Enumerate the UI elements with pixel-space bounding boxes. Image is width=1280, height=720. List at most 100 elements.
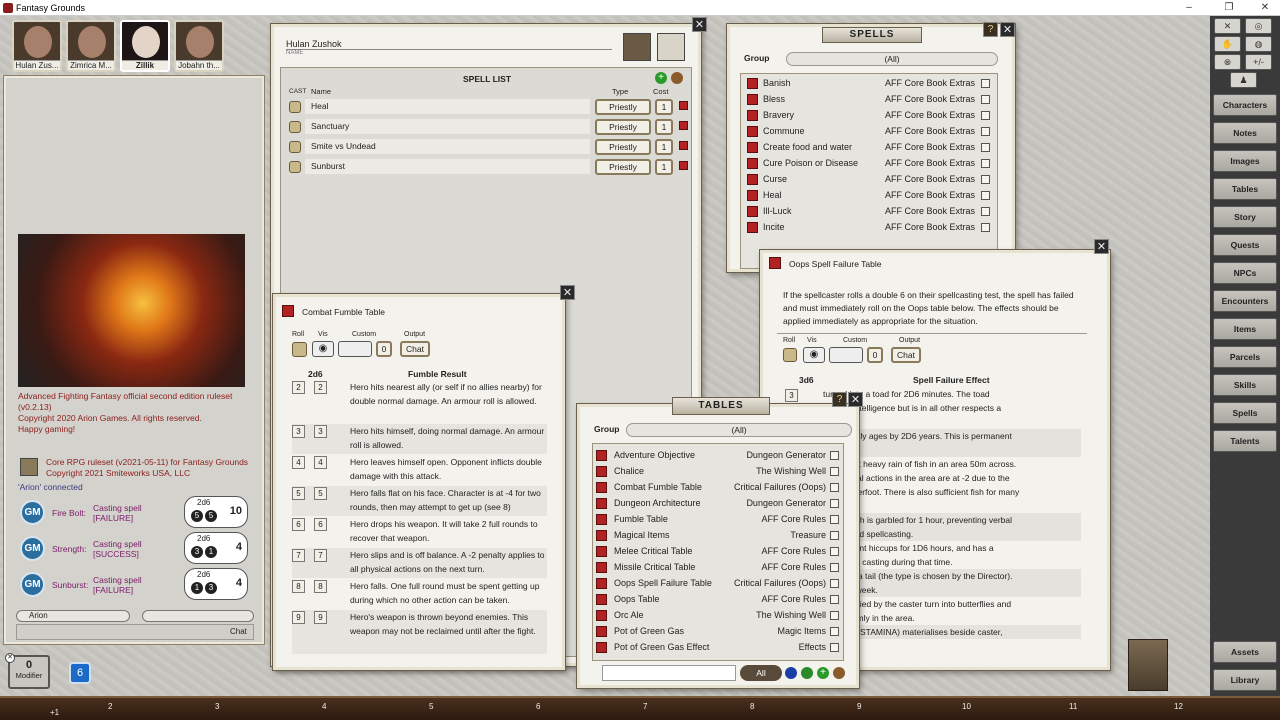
table-list-item[interactable]: Orc Ale The Wishing Well [592, 608, 842, 622]
restore-button[interactable]: ❐ [1216, 0, 1242, 16]
tables-search-input[interactable] [602, 665, 736, 681]
portrait-3[interactable]: Jobahn th... [174, 20, 224, 72]
spell-type[interactable]: Priestly [595, 119, 651, 135]
chat-send-label[interactable]: Chat [230, 627, 247, 636]
sidebar-library[interactable]: Library [1213, 669, 1277, 691]
help-icon[interactable]: ? [832, 392, 847, 407]
spell-list-item[interactable]: Bless AFF Core Book Extras [741, 92, 990, 106]
spell-type[interactable]: Priestly [595, 99, 651, 115]
sidebar-quests[interactable]: Quests [1213, 234, 1277, 256]
roll-button[interactable] [292, 342, 307, 357]
spell-cost[interactable]: 1 [655, 139, 673, 155]
table-list-item[interactable]: Combat Fumble Table Critical Failures (Oo… [592, 480, 842, 494]
oops-close-icon[interactable]: ✕ [1094, 239, 1109, 254]
table-list-item[interactable]: Melee Critical Table AFF Core Rules [592, 544, 842, 558]
charsheet-close-icon[interactable]: ✕ [692, 17, 707, 32]
portrait-2[interactable]: Zillik [120, 20, 170, 72]
sidebar-assets[interactable]: Assets [1213, 641, 1277, 663]
modifier-clear-icon[interactable]: ✕ [5, 653, 15, 663]
hand-icon[interactable]: ✋ [1214, 36, 1241, 52]
table-list-item[interactable]: Oops Spell Failure Table Critical Failure… [592, 576, 842, 590]
spell-name[interactable]: Smite vs Undead [305, 139, 590, 154]
sidebar-characters[interactable]: Characters [1213, 94, 1277, 116]
portrait-0[interactable]: Hulan Zus... [12, 20, 62, 72]
visibility-eye-icon[interactable]: ◉ [312, 341, 334, 357]
chat-input[interactable] [16, 624, 254, 640]
edit-icon[interactable] [833, 667, 845, 679]
spell-name[interactable]: Heal [305, 99, 590, 114]
add-spell-icon[interactable]: + [655, 72, 667, 84]
close-tools-icon[interactable]: ✕ [1214, 18, 1241, 34]
tables-close-icon[interactable]: ✕ [848, 392, 863, 407]
table-list-item[interactable]: Fumble Table AFF Core Rules [592, 512, 842, 526]
party-icon[interactable]: ♟ [1230, 72, 1257, 88]
table-list-item[interactable]: Missile Critical Table AFF Core Rules [592, 560, 842, 574]
spell-list-item[interactable]: Create food and water AFF Core Book Extra… [741, 140, 990, 154]
spell-list-item[interactable]: Ill-Luck AFF Core Book Extras [741, 204, 990, 218]
spell-name[interactable]: Sanctuary [305, 119, 590, 134]
dice-icon[interactable]: ◍ [1245, 36, 1272, 52]
close-app-button[interactable]: ✕ [1252, 0, 1278, 16]
table-list-item[interactable]: Dungeon Architecture Dungeon Generator [592, 496, 842, 510]
block-icon[interactable]: ⊗ [1214, 54, 1241, 70]
visibility-eye-icon[interactable]: ◉ [803, 347, 825, 363]
spell-link-icon[interactable] [679, 101, 688, 110]
language-select[interactable] [142, 610, 254, 622]
table-list-item[interactable]: Adventure Objective Dungeon Generator [592, 448, 842, 462]
spells-close-icon[interactable]: ✕ [1000, 22, 1015, 37]
spell-list-item[interactable]: Commune AFF Core Book Extras [741, 124, 990, 138]
table-list-item[interactable]: Pot of Green Gas Magic Items [592, 624, 842, 638]
custom-dice-field[interactable] [829, 347, 863, 363]
character-token[interactable] [657, 33, 685, 61]
spell-type[interactable]: Priestly [595, 139, 651, 155]
portrait-1[interactable]: Zimrica M... [66, 20, 116, 72]
add-table-icon[interactable]: + [817, 667, 829, 679]
sidebar-talents[interactable]: Talents [1213, 430, 1277, 452]
sort-icon[interactable] [785, 667, 797, 679]
minimize-button[interactable]: – [1176, 0, 1202, 16]
edit-icon[interactable] [671, 72, 683, 84]
spells-group-select[interactable]: (All) [786, 52, 998, 66]
d6-die-icon[interactable]: 6 [69, 662, 91, 684]
sidebar-spells[interactable]: Spells [1213, 402, 1277, 424]
spell-list-item[interactable]: Cure Poison or Disease AFF Core Book Extr… [741, 156, 990, 170]
table-list-item[interactable]: Oops Table AFF Core Rules [592, 592, 842, 606]
spell-cost[interactable]: 1 [655, 99, 673, 115]
character-name[interactable]: Hulan Zushok [286, 39, 612, 50]
cast-button[interactable] [289, 141, 301, 153]
spell-link-icon[interactable] [679, 121, 688, 130]
spell-link-icon[interactable] [679, 161, 688, 170]
sidebar-parcels[interactable]: Parcels [1213, 346, 1277, 368]
output-select[interactable]: Chat [891, 347, 921, 363]
filter-all-button[interactable]: All [740, 665, 782, 681]
spell-name[interactable]: Sunburst [305, 159, 590, 174]
custom-value[interactable]: 0 [376, 341, 392, 357]
tables-group-select[interactable]: (All) [626, 423, 852, 437]
spell-cost[interactable]: 1 [655, 119, 673, 135]
table-list-item[interactable]: Pot of Green Gas Effect Effects [592, 640, 842, 654]
spell-type[interactable]: Priestly [595, 159, 651, 175]
dice-tower-icon[interactable] [1128, 639, 1168, 691]
sidebar-encounters[interactable]: Encounters [1213, 290, 1277, 312]
roll-button[interactable] [783, 348, 797, 362]
spell-list-item[interactable]: Heal AFF Core Book Extras [741, 188, 990, 202]
target-icon[interactable]: ◎ [1245, 18, 1272, 34]
range-from[interactable]: 3 [785, 389, 798, 402]
table-list-item[interactable]: Chalice The Wishing Well [592, 464, 842, 478]
sidebar-story[interactable]: Story [1213, 206, 1277, 228]
character-portrait[interactable] [623, 33, 651, 61]
spell-list-item[interactable]: Incite AFF Core Book Extras [741, 220, 990, 234]
help-icon[interactable]: ? [983, 22, 998, 37]
share-icon[interactable] [801, 667, 813, 679]
spell-list-item[interactable]: Curse AFF Core Book Extras [741, 172, 990, 186]
cast-button[interactable] [289, 101, 301, 113]
sidebar-images[interactable]: Images [1213, 150, 1277, 172]
sidebar-npcs[interactable]: NPCs [1213, 262, 1277, 284]
modifier-icon[interactable]: +/- [1245, 54, 1272, 70]
sidebar-tables[interactable]: Tables [1213, 178, 1277, 200]
spell-list-item[interactable]: Banish AFF Core Book Extras [741, 76, 990, 90]
sidebar-skills[interactable]: Skills [1213, 374, 1277, 396]
custom-value[interactable]: 0 [867, 347, 883, 363]
identity-select[interactable]: Arion [16, 610, 130, 622]
spell-cost[interactable]: 1 [655, 159, 673, 175]
